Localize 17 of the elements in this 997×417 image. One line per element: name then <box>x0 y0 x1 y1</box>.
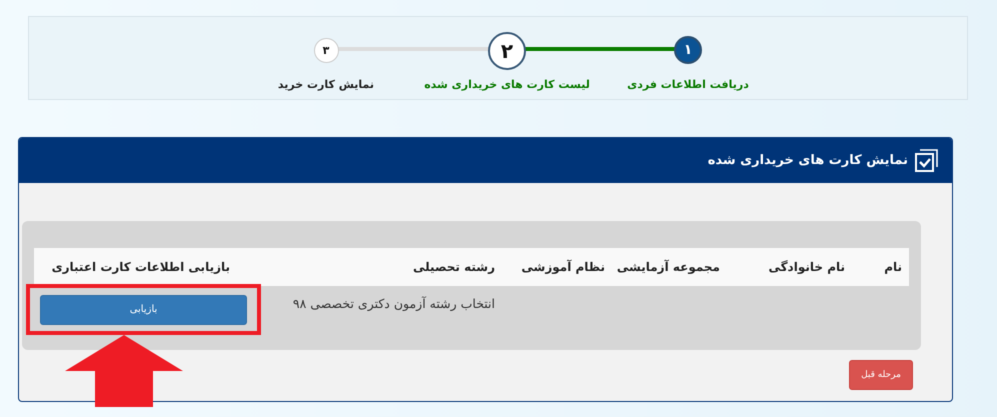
step-circle: ۲ <box>488 32 526 70</box>
column-header: نام خانوادگی <box>727 248 852 286</box>
step-label: لیست کارت های خریداری شده <box>424 78 590 91</box>
retrieve-button[interactable]: بازیابی <box>40 294 247 324</box>
step-circle: ۳ <box>314 38 338 63</box>
column-header: نام <box>852 248 909 286</box>
step-circle: ۱ <box>674 36 702 64</box>
step-label: دریافت اطلاعات فردی <box>627 78 749 91</box>
column-header: نظام آموزشی <box>502 248 612 286</box>
table-cell-text: انتخاب رشته آزمون دکتری تخصصی ۹۸ <box>292 295 496 313</box>
column-header: بازیابی اطلاعات کارت اعتباری <box>34 248 237 286</box>
panel-title: نمایش کارت های خریداری شده <box>708 153 908 168</box>
column-header: مجموعه آزمایشی <box>612 248 727 286</box>
checkbox-icon <box>914 148 940 174</box>
column-header: رشته تحصیلی <box>237 248 502 286</box>
step-label: نمایش کارت خرید <box>278 78 374 91</box>
back-button[interactable]: مرحله قبل <box>849 360 913 390</box>
